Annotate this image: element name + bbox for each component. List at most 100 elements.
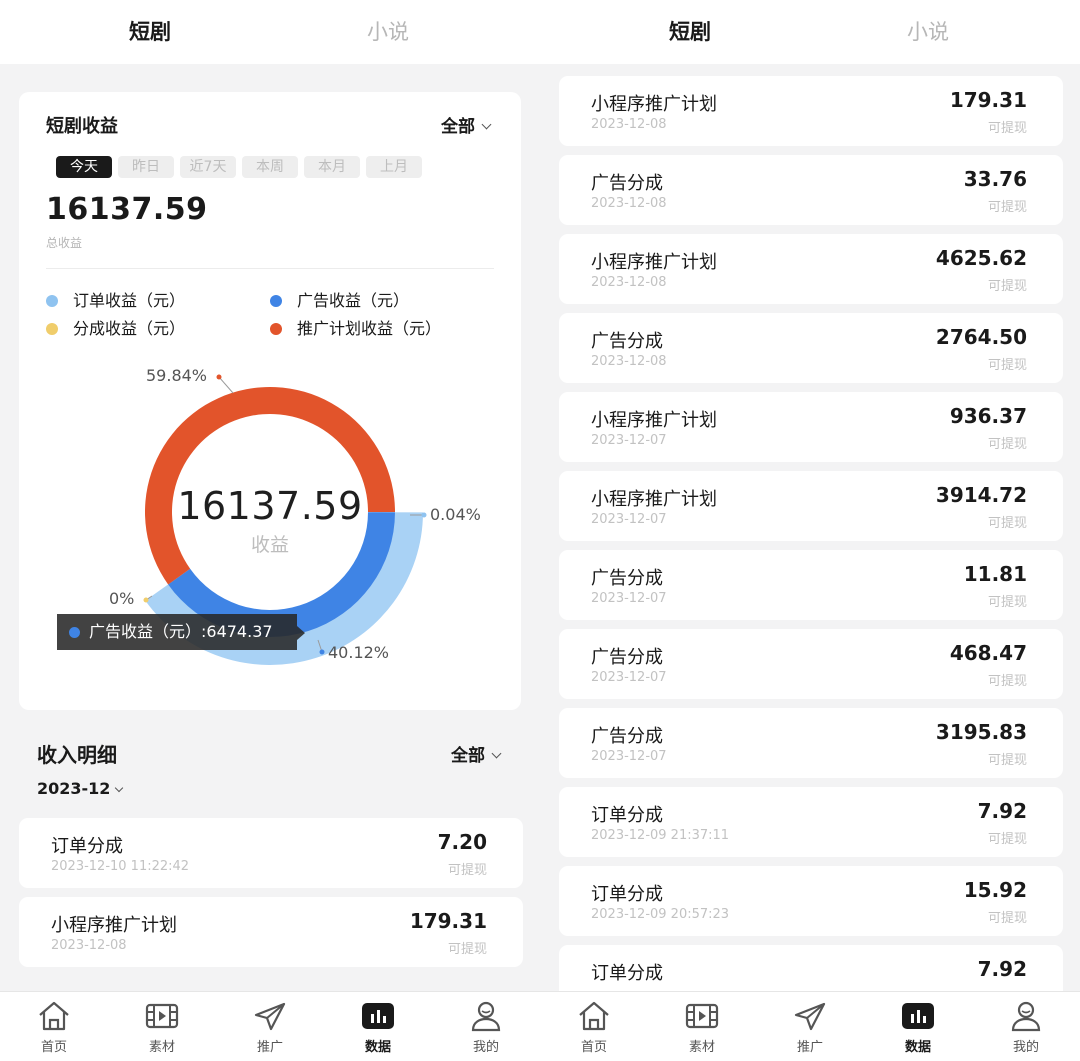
transaction-amount: 3195.83 xyxy=(935,720,1027,744)
month-label: 2023-12 xyxy=(37,779,111,798)
transaction-date: 2023-12-07 xyxy=(591,749,667,764)
slice-label-order: 0.04% xyxy=(430,505,481,524)
nav-item-film[interactable]: 素材 xyxy=(122,1000,202,1055)
bar-chart-icon xyxy=(900,1000,936,1032)
transaction-date: 2023-12-08 xyxy=(591,275,667,290)
nav-item-paper-plane[interactable]: 推广 xyxy=(230,1000,310,1055)
tab-novel[interactable]: 小说 xyxy=(907,18,949,46)
transaction-date: 2023-12-08 xyxy=(591,196,667,211)
nav-item-film[interactable]: 素材 xyxy=(662,1000,742,1055)
nav-label: 素材 xyxy=(688,1040,715,1055)
transaction-name: 小程序推广计划 xyxy=(591,94,717,115)
transaction-name: 广告分成 xyxy=(591,568,663,589)
earnings-donut-chart[interactable] xyxy=(0,0,540,720)
transaction-item[interactable]: 广告分成 2023-12-07 468.47 可提现 xyxy=(559,629,1063,699)
nav-item-paper-plane[interactable]: 推广 xyxy=(770,1000,850,1055)
transaction-name: 小程序推广计划 xyxy=(591,252,717,273)
transaction-amount: 11.81 xyxy=(963,562,1027,586)
withdrawable-status: 可提现 xyxy=(987,121,1027,136)
transaction-amount: 7.92 xyxy=(977,957,1027,981)
detail-filter-dropdown[interactable]: 全部 xyxy=(451,741,502,766)
bar-chart-icon xyxy=(360,1000,396,1032)
paper-plane-icon xyxy=(252,1000,288,1032)
chart-tooltip: 广告收益（元）:6474.37 xyxy=(57,614,305,650)
nav-label: 首页 xyxy=(40,1040,67,1055)
nav-label: 推广 xyxy=(256,1040,283,1055)
tooltip-text: 广告收益（元）:6474.37 xyxy=(89,622,273,641)
donut-center-value: 16137.59 xyxy=(177,484,363,528)
nav-label: 素材 xyxy=(148,1040,175,1055)
transaction-date: 2023-12-09 21:37:11 xyxy=(591,828,730,843)
slice-label-share: 0% xyxy=(109,589,135,608)
nav-label: 我的 xyxy=(1012,1040,1039,1055)
transaction-item[interactable]: 订单分成 2023-12-10 11:22:42 7.20 可提现 xyxy=(19,818,523,888)
nav-item-user[interactable]: 我的 xyxy=(986,1000,1066,1055)
transaction-amount: 7.92 xyxy=(977,799,1027,823)
tab-short-drama[interactable]: 短剧 xyxy=(669,18,711,46)
transaction-amount: 4625.62 xyxy=(935,246,1027,270)
tooltip-dot xyxy=(69,627,80,638)
transaction-amount: 33.76 xyxy=(963,167,1027,191)
leader-dot xyxy=(143,597,149,603)
leader-line xyxy=(218,376,234,394)
nav-item-home[interactable]: 首页 xyxy=(554,1000,634,1055)
transaction-item[interactable]: 广告分成 2023-12-07 11.81 可提现 xyxy=(559,550,1063,620)
transaction-name: 小程序推广计划 xyxy=(591,489,717,510)
user-icon xyxy=(468,1000,504,1032)
withdrawable-status: 可提现 xyxy=(987,832,1027,847)
transaction-item[interactable]: 小程序推广计划 2023-12-07 3914.72 可提现 xyxy=(559,471,1063,541)
slice-label-promo: 59.84% xyxy=(146,366,208,385)
transaction-amount: 2764.50 xyxy=(935,325,1027,349)
nav-label: 推广 xyxy=(796,1040,823,1055)
nav-label: 我的 xyxy=(472,1040,499,1055)
nav-label: 数据 xyxy=(364,1040,391,1055)
transaction-date: 2023-12-07 xyxy=(591,512,667,527)
chevron-down-icon xyxy=(491,748,502,759)
film-icon xyxy=(144,1000,180,1032)
transaction-item[interactable]: 小程序推广计划 2023-12-08 179.31 可提现 xyxy=(19,897,523,967)
user-icon xyxy=(1008,1000,1044,1032)
withdrawable-status: 可提现 xyxy=(987,674,1027,689)
transaction-amount: 3914.72 xyxy=(935,483,1027,507)
nav-label: 数据 xyxy=(904,1040,931,1055)
transaction-item[interactable]: 订单分成 2023-12-09 20:57:23 15.92 可提现 xyxy=(559,866,1063,936)
withdrawable-status: 可提现 xyxy=(987,358,1027,373)
leader-dot xyxy=(421,512,427,518)
nav-item-home[interactable]: 首页 xyxy=(14,1000,94,1055)
nav-label: 首页 xyxy=(580,1040,607,1055)
nav-item-bar-chart[interactable]: 数据 xyxy=(338,1000,418,1055)
withdrawable-status: 可提现 xyxy=(987,753,1027,768)
leader-dot xyxy=(216,374,222,380)
transaction-item[interactable]: 订单分成 2023-12-09 21:37:11 7.92 可提现 xyxy=(559,787,1063,857)
transaction-name: 订单分成 xyxy=(51,836,123,857)
transaction-item[interactable]: 广告分成 2023-12-07 3195.83 可提现 xyxy=(559,708,1063,778)
transaction-amount: 7.20 xyxy=(437,830,487,854)
transaction-name: 订单分成 xyxy=(591,805,663,826)
nav-item-bar-chart[interactable]: 数据 xyxy=(878,1000,958,1055)
home-icon xyxy=(576,1000,612,1032)
transaction-date: 2023-12-07 xyxy=(591,670,667,685)
transaction-item[interactable]: 小程序推广计划 2023-12-08 179.31 可提现 xyxy=(559,76,1063,146)
bottom-navigation: 首页 素材 推广 数据 我的 xyxy=(0,991,540,1061)
transaction-name: 小程序推广计划 xyxy=(51,915,177,936)
transaction-name: 广告分成 xyxy=(591,173,663,194)
transaction-name: 订单分成 xyxy=(591,884,663,905)
withdrawable-status: 可提现 xyxy=(987,437,1027,452)
transaction-name: 广告分成 xyxy=(591,647,663,668)
transaction-amount: 179.31 xyxy=(949,88,1027,112)
withdrawable-status: 可提现 xyxy=(987,595,1027,610)
transaction-date: 2023-12-08 xyxy=(591,117,667,132)
transaction-item[interactable]: 广告分成 2023-12-08 33.76 可提现 xyxy=(559,155,1063,225)
paper-plane-icon xyxy=(792,1000,828,1032)
transaction-item[interactable]: 广告分成 2023-12-08 2764.50 可提现 xyxy=(559,313,1063,383)
transaction-date: 2023-12-10 11:22:42 xyxy=(51,859,190,874)
transaction-date: 2023-12-09 20:57:23 xyxy=(591,907,730,922)
month-picker[interactable]: 2023-12 xyxy=(37,779,124,798)
transaction-item[interactable]: 小程序推广计划 2023-12-08 4625.62 可提现 xyxy=(559,234,1063,304)
tooltip-arrow xyxy=(297,626,305,640)
bottom-navigation: 首页 素材 推广 数据 我的 xyxy=(540,991,1080,1061)
nav-item-user[interactable]: 我的 xyxy=(446,1000,526,1055)
transaction-name: 小程序推广计划 xyxy=(591,410,717,431)
transaction-amount: 936.37 xyxy=(949,404,1027,428)
transaction-item[interactable]: 小程序推广计划 2023-12-07 936.37 可提现 xyxy=(559,392,1063,462)
